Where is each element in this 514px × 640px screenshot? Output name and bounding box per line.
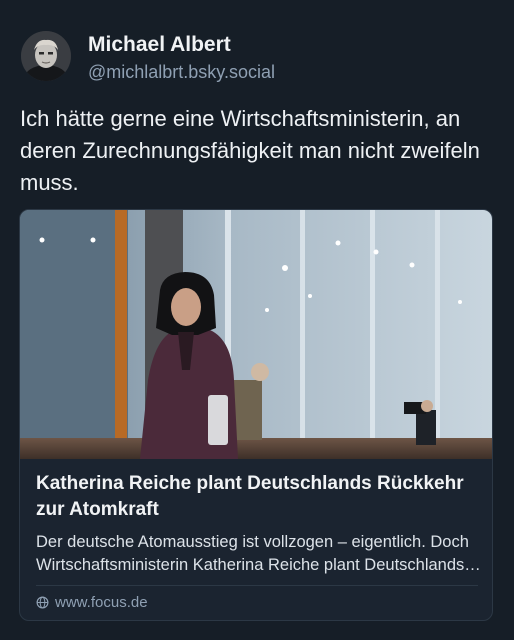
link-card-description: Der deutsche Atomausstieg ist vollzogen … [36,533,469,574]
link-card[interactable]: Katherina Reiche plant Deutschlands Rück… [19,209,493,621]
globe-icon [36,596,49,609]
avatar[interactable] [21,31,71,81]
link-card-domain[interactable]: www.focus.de [36,594,148,611]
link-card-image [20,210,492,459]
link-card-domain-text: www.focus.de [55,594,148,611]
post[interactable]: Michael Albert @michlalbrt.bsky.social I… [0,0,514,640]
author-display-name[interactable]: Michael Albert [88,33,231,57]
post-text: Ich hätte gerne eine Wirtschaftsminister… [20,106,480,195]
link-card-title[interactable]: Katherina Reiche plant Deutschlands Rück… [36,471,482,523]
link-card-divider [36,585,478,586]
author-handle[interactable]: @michlalbrt.bsky.social [88,62,275,83]
